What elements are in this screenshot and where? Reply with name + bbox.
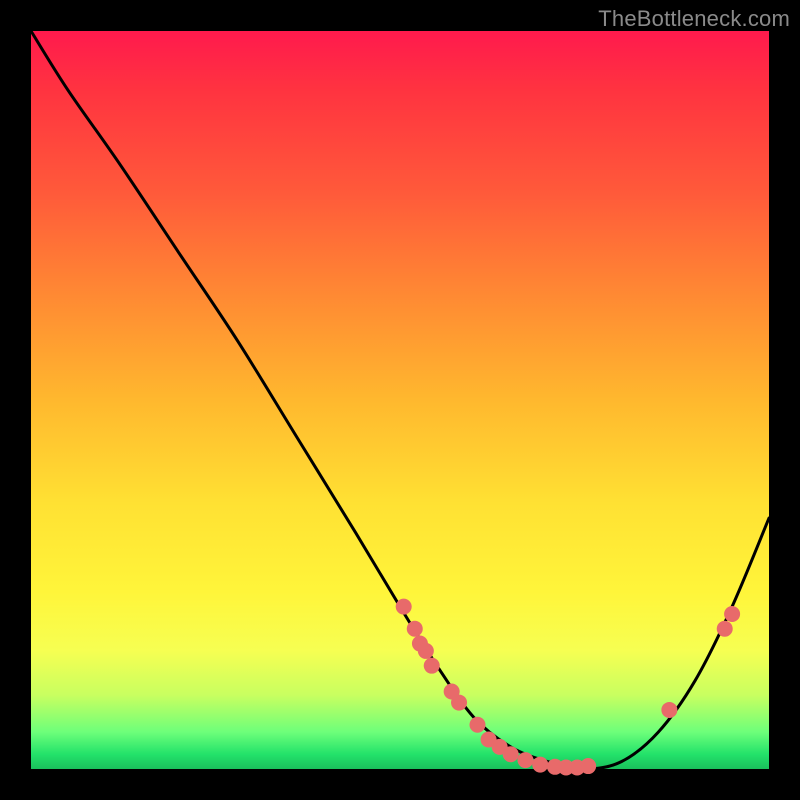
curve-marker (469, 717, 485, 733)
curve-marker (451, 695, 467, 711)
chart-svg (31, 31, 769, 769)
watermark-label: TheBottleneck.com (598, 6, 790, 32)
curve-marker (717, 621, 733, 637)
curve-marker (424, 658, 440, 674)
curve-marker (396, 599, 412, 615)
curve-marker (407, 621, 423, 637)
curve-marker (724, 606, 740, 622)
curve-marker (503, 746, 519, 762)
curve-marker (661, 702, 677, 718)
curve-marker (517, 752, 533, 768)
bottleneck-curve (31, 31, 769, 769)
curve-marker (580, 758, 596, 774)
curve-marker (532, 757, 548, 773)
curve-marker (418, 643, 434, 659)
curve-marker-group (396, 599, 740, 776)
outer-frame: TheBottleneck.com (0, 0, 800, 800)
